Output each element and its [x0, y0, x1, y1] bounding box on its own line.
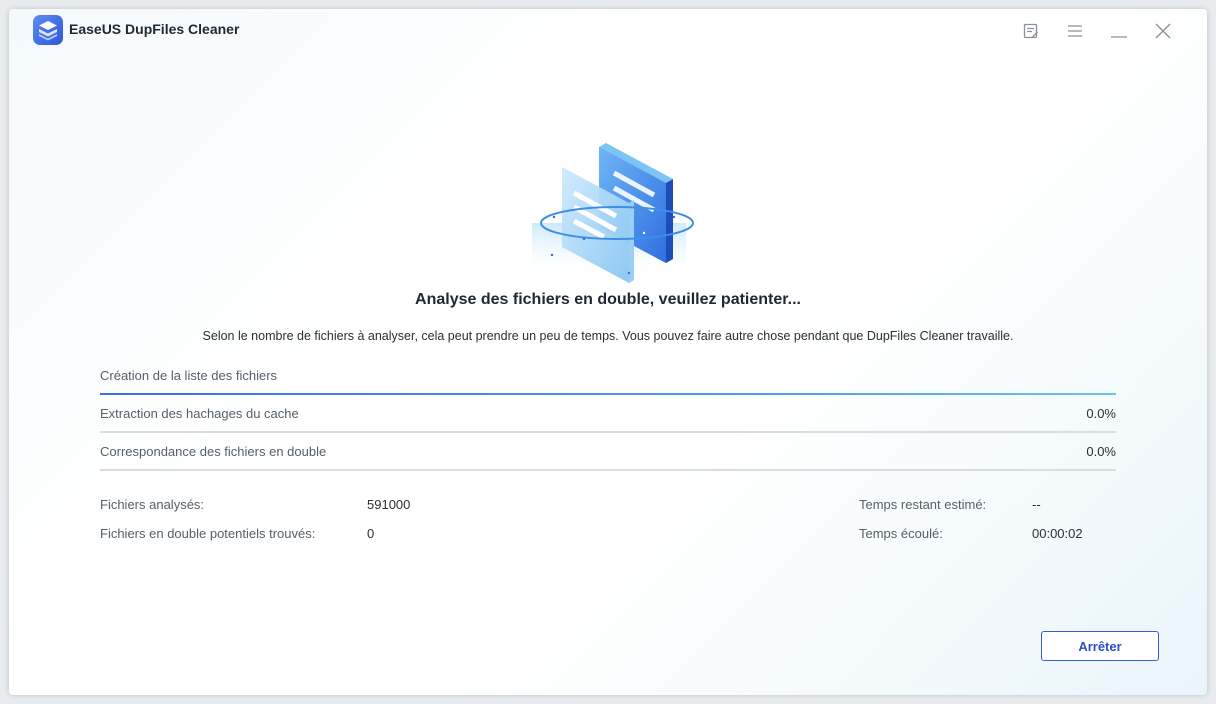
step-file-list: Création de la liste des fichiers — [100, 357, 1116, 395]
time-remaining-label: Temps restant estimé: — [859, 497, 987, 512]
title-bar: EaseUS DupFiles Cleaner — [9, 9, 1207, 53]
scan-steps: Création de la liste des fichiers Extrac… — [100, 357, 1116, 471]
scan-headline: Analyse des fichiers en double, veuillez… — [415, 291, 801, 308]
step-match-duplicates: Correspondance des fichiers en double 0.… — [100, 433, 1116, 471]
time-remaining-value: -- — [1032, 497, 1041, 512]
app-title: EaseUS DupFiles Cleaner — [69, 21, 240, 37]
progress-track — [100, 469, 1116, 471]
easeus-logo-icon — [33, 15, 63, 45]
minimize-icon[interactable] — [1109, 21, 1129, 41]
feedback-icon[interactable] — [1021, 21, 1041, 41]
close-icon[interactable] — [1153, 21, 1173, 41]
step-percent: 0.0% — [1086, 444, 1116, 459]
step-label: Création de la liste des fichiers — [100, 368, 278, 383]
duplicates-found-label: Fichiers en double potentiels trouvés: — [100, 526, 316, 541]
step-label: Extraction des hachages du cache — [100, 406, 299, 421]
stop-button[interactable]: Arrêter — [1041, 631, 1159, 661]
time-elapsed-value: 00:00:02 — [1032, 526, 1083, 541]
duplicates-found-value: 0 — [367, 526, 375, 541]
scan-stats: Fichiers analysés: 591000 Fichiers en do… — [100, 487, 1116, 547]
step-extract-hashes: Extraction des hachages du cache 0.0% — [100, 395, 1116, 433]
files-scanned-label: Fichiers analysés: — [100, 497, 205, 512]
step-label: Correspondance des fichiers en double — [100, 444, 327, 459]
app-window: EaseUS DupFiles Cleaner Analyse des fich… — [9, 9, 1207, 695]
duplicate-files-scan-icon — [524, 133, 694, 283]
step-percent: 0.0% — [1086, 406, 1116, 421]
hamburger-menu-icon[interactable] — [1065, 21, 1085, 41]
time-elapsed-label: Temps écoulé: — [859, 526, 943, 541]
scan-description: Selon le nombre de fichiers à analyser, … — [202, 329, 1014, 343]
files-scanned-value: 591000 — [367, 497, 411, 512]
